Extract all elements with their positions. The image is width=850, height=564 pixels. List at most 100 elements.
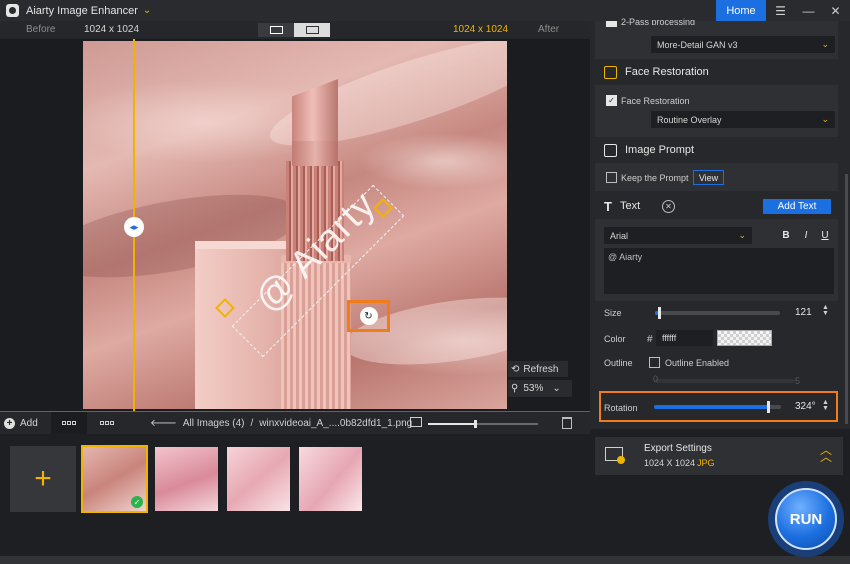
grid-view-button[interactable]: [51, 412, 87, 434]
face-mode-value: Routine Overlay: [657, 114, 722, 125]
thumbnail-item[interactable]: ✓: [81, 445, 148, 513]
italic-button[interactable]: I: [799, 228, 813, 242]
slider-handle[interactable]: [474, 420, 478, 428]
image-size-icon: [410, 417, 422, 427]
hash-symbol: #: [647, 334, 653, 345]
chevron-down-icon: ⌄: [821, 114, 829, 124]
outline-label: Outline: [604, 358, 633, 368]
thumbnail-item[interactable]: [153, 445, 220, 513]
watermark-text-input[interactable]: @ Aiarty: [604, 248, 834, 294]
trash-icon[interactable]: [562, 417, 572, 429]
split-view-button[interactable]: [294, 23, 330, 37]
rotate-icon: ↻: [359, 307, 378, 325]
face-restoration-title: Face Restoration: [625, 66, 709, 78]
plus-icon: +: [34, 462, 52, 495]
thumbnail-item[interactable]: [225, 445, 292, 513]
face-scan-icon: [604, 65, 617, 79]
size-label: Size: [604, 308, 622, 318]
split-drag-handle[interactable]: ◂▸: [124, 217, 144, 237]
keep-prompt-checkbox[interactable]: [606, 172, 617, 183]
text-title: Text: [619, 200, 641, 212]
breadcrumb-separator: /: [250, 417, 254, 429]
breadcrumb-all-images[interactable]: All Images (4): [183, 418, 245, 429]
image-prompt-header: Image Prompt: [604, 141, 694, 159]
zoom-select[interactable]: ⚲ 53% ⌄: [508, 380, 572, 397]
two-pass-label: 2-Pass processing: [621, 17, 696, 25]
close-icon[interactable]: ✕: [822, 0, 849, 21]
add-text-button[interactable]: Add Text: [763, 199, 831, 214]
app-title: Aiarty Image Enhancer: [26, 4, 138, 17]
menu-icon[interactable]: ☰: [767, 0, 794, 21]
export-format: JPG: [697, 458, 715, 468]
add-image-tile[interactable]: +: [10, 446, 76, 512]
chevron-down-icon[interactable]: ⌄: [143, 5, 151, 16]
split-view-icon: [305, 26, 319, 34]
model-select-value: More-Detail GAN v3: [657, 39, 738, 50]
minimize-icon[interactable]: —: [795, 0, 822, 21]
color-hex-input[interactable]: ffffff: [656, 330, 713, 346]
panel-scrollbar[interactable]: [845, 174, 848, 424]
chevron-down-icon: ⌄: [821, 39, 829, 49]
outline-min: 0: [653, 374, 659, 384]
gear-icon: [617, 456, 625, 464]
bottom-toolbar: + Add 🡐 All Images (4) / winxvideoai_A_.…: [0, 411, 590, 434]
face-restoration-label: Face Restoration: [621, 96, 690, 106]
outline-enabled-checkbox[interactable]: [649, 357, 660, 368]
after-label: After: [538, 24, 560, 35]
before-resolution: 1024 x 1024: [84, 24, 140, 35]
text-tool-icon: T: [604, 198, 612, 214]
chevron-up-icon[interactable]: ︿ ︿: [820, 444, 832, 463]
before-label: Before: [26, 24, 56, 35]
thumbnail-strip: + ✓: [0, 434, 590, 556]
model-select[interactable]: More-Detail GAN v3 ⌄: [651, 36, 835, 53]
size-slider[interactable]: [655, 307, 780, 319]
two-pass-checkbox[interactable]: [606, 21, 617, 27]
watermark-rotate-handle[interactable]: ↻: [347, 300, 390, 332]
add-label: Add: [20, 418, 38, 429]
view-prompt-button[interactable]: View: [693, 170, 724, 185]
refresh-icon: ⟲: [511, 363, 520, 375]
refresh-label: Refresh: [523, 363, 559, 375]
run-button[interactable]: RUN: [775, 488, 837, 550]
preview-image[interactable]: [83, 41, 507, 409]
color-label: Color: [604, 334, 626, 344]
check-icon: ✓: [131, 496, 143, 508]
back-arrow-icon[interactable]: 🡐: [150, 417, 177, 429]
thumbnail-size-slider[interactable]: [428, 420, 538, 428]
size-value[interactable]: 121: [795, 307, 812, 318]
title-bar: Aiarty Image Enhancer ⌄ Home ☰ — ✕: [0, 0, 850, 21]
clear-text-icon[interactable]: ✕: [662, 200, 675, 213]
plus-icon: +: [4, 418, 15, 429]
breadcrumb: 🡐 All Images (4) / winxvideoai_A_....0b8…: [150, 417, 413, 430]
underline-button[interactable]: U: [818, 228, 832, 242]
image-prompt-title: Image Prompt: [625, 144, 695, 156]
chevron-down-icon: ⌄: [738, 230, 746, 240]
home-button[interactable]: Home: [716, 0, 766, 21]
add-image-button[interactable]: + Add: [4, 416, 38, 431]
zoom-icon: ⚲: [511, 383, 519, 394]
size-stepper-icon[interactable]: ▲ ▼: [822, 304, 829, 317]
thumbnail-item[interactable]: [297, 445, 364, 513]
zoom-value: 53%: [523, 383, 544, 394]
text-header: T Text: [604, 197, 640, 215]
keep-prompt-label: Keep the Prompt: [621, 173, 689, 183]
view-mode-toggle: [258, 23, 330, 37]
compare-header: Before 1024 x 1024 1024 x 1024 After: [0, 21, 590, 39]
export-title: Export Settings: [644, 443, 712, 454]
image-canvas[interactable]: ◂▸ @ Aiarty ↻ ⟲ Refresh ⚲ 53% ⌄: [0, 39, 590, 411]
face-restoration-header: Face Restoration: [604, 63, 709, 81]
bold-button[interactable]: B: [779, 228, 793, 242]
export-settings-panel[interactable]: [595, 437, 843, 475]
face-mode-select[interactable]: Routine Overlay ⌄: [651, 111, 835, 128]
strip-view-button[interactable]: [89, 412, 125, 434]
slider-handle[interactable]: [657, 307, 661, 319]
breadcrumb-file-name: winxvideoai_A_....0b82dfd1_1.png: [259, 417, 413, 429]
font-select[interactable]: Arial ⌄: [604, 227, 752, 244]
single-view-button[interactable]: [258, 23, 294, 37]
color-swatch[interactable]: [717, 330, 772, 346]
face-restoration-checkbox[interactable]: ✓: [606, 95, 617, 106]
outline-slider[interactable]: [655, 379, 795, 383]
outline-enabled-label: Outline Enabled: [665, 358, 730, 368]
refresh-button[interactable]: ⟲ Refresh: [508, 361, 568, 377]
export-size: 1024 X 1024: [644, 458, 696, 468]
